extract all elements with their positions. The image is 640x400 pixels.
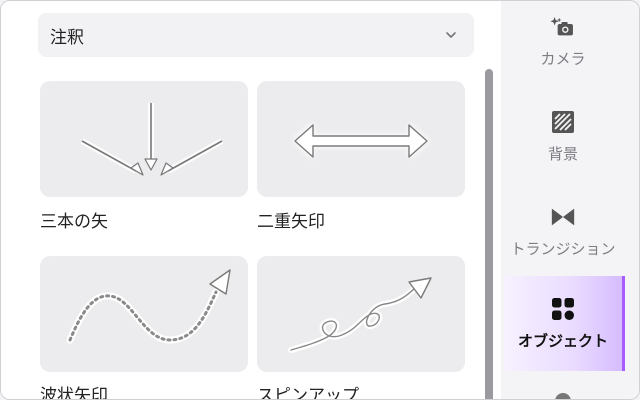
scrollbar[interactable] bbox=[485, 69, 493, 399]
sidebar: カメラ 背景 トランジション オブジェクト bbox=[501, 1, 639, 399]
category-dropdown[interactable]: 注釈 bbox=[38, 13, 474, 57]
active-indicator bbox=[622, 276, 625, 371]
app-window: 注釈 三本の矢 二重矢印 波状矢印 スピンアップ カメラ 背景 トランジション … bbox=[0, 0, 640, 400]
wave-arrow-label: 波状矢印 bbox=[40, 386, 108, 400]
three-arrows-icon bbox=[80, 103, 224, 176]
objects-icon bbox=[550, 296, 576, 322]
three-arrows-card[interactable] bbox=[40, 81, 248, 197]
transition-icon bbox=[550, 204, 576, 230]
sidebar-item-background-label: 背景 bbox=[547, 145, 578, 163]
annotation-panel: 注釈 三本の矢 二重矢印 波状矢印 スピンアップ bbox=[1, 1, 501, 399]
spin-up-label: スピンアップ bbox=[257, 386, 359, 400]
category-dropdown-label: 注釈 bbox=[50, 27, 84, 48]
chevron-down-icon[interactable] bbox=[444, 28, 458, 42]
double-arrow-icon bbox=[293, 123, 429, 159]
sidebar-item-transition-label: トランジション bbox=[510, 240, 616, 258]
wave-arrow-icon bbox=[66, 269, 231, 344]
double-arrow-card[interactable] bbox=[257, 81, 465, 197]
background-icon bbox=[550, 109, 576, 135]
next-item-icon bbox=[555, 393, 571, 399]
wave-arrow-card[interactable] bbox=[40, 256, 248, 372]
sidebar-item-objects[interactable]: オブジェクト bbox=[504, 276, 625, 371]
spin-up-icon bbox=[288, 277, 432, 353]
sidebar-item-camera[interactable]: カメラ bbox=[504, 1, 622, 89]
sidebar-item-background[interactable]: 背景 bbox=[504, 89, 622, 184]
sidebar-item-transition[interactable]: トランジション bbox=[504, 184, 622, 279]
double-arrow-label: 二重矢印 bbox=[257, 212, 325, 232]
sidebar-item-camera-label: カメラ bbox=[540, 50, 586, 68]
camera-sparkle-icon bbox=[550, 14, 576, 40]
spin-up-card[interactable] bbox=[257, 256, 465, 372]
sidebar-item-objects-label: オブジェクト bbox=[517, 332, 608, 350]
three-arrows-label: 三本の矢 bbox=[40, 212, 108, 232]
